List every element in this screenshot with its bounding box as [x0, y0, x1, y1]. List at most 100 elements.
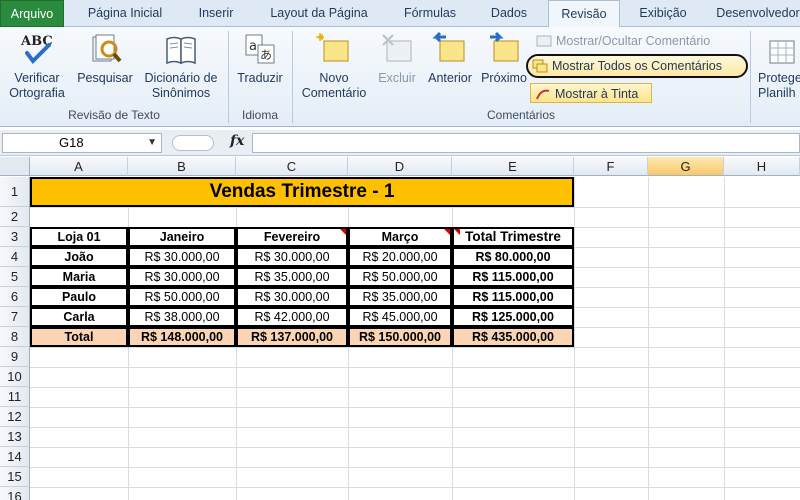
- dicionario-label-1: Dicionário de: [144, 71, 218, 85]
- table-row-name[interactable]: Maria: [30, 267, 128, 287]
- table-cell[interactable]: R$ 45.000,00: [348, 307, 452, 327]
- row-header-8[interactable]: 8: [0, 327, 30, 347]
- formula-bar-expand-handle[interactable]: [172, 135, 214, 151]
- row-header-15[interactable]: 15: [0, 467, 30, 487]
- row-header-3[interactable]: 3: [0, 227, 30, 247]
- tab-desenvolvedor[interactable]: Desenvolvedor: [708, 0, 800, 27]
- column-header-h[interactable]: H: [724, 157, 800, 176]
- comment-indicator-icon[interactable]: [340, 229, 346, 235]
- proteger-planilha-button[interactable]: Protege Planilh: [754, 31, 800, 107]
- table-cell[interactable]: R$ 35.000,00: [236, 267, 348, 287]
- mostrar-ocultar-comentario-button[interactable]: Mostrar/Ocultar Comentário: [532, 31, 746, 51]
- comment-indicator-icon[interactable]: [454, 229, 460, 235]
- worksheet-grid: A B C D E F G H 1 2 3 4 5 6 7 8 9 10 11 …: [0, 157, 800, 500]
- table-row-name[interactable]: Carla: [30, 307, 128, 327]
- excluir-comentario-button[interactable]: Excluir: [374, 31, 420, 107]
- column-header-f[interactable]: F: [574, 157, 648, 176]
- tab-revisao[interactable]: Revisão: [548, 0, 620, 28]
- table-cell[interactable]: R$ 30.000,00: [236, 247, 348, 267]
- pesquisar-label: Pesquisar: [77, 71, 133, 85]
- table-cell[interactable]: R$ 30.000,00: [236, 287, 348, 307]
- tab-pagina-inicial[interactable]: Página Inicial: [72, 0, 178, 27]
- tab-layout-pagina[interactable]: Layout da Página: [258, 0, 380, 27]
- column-header-a[interactable]: A: [30, 157, 128, 176]
- totals-cell-grand[interactable]: R$ 435.000,00: [452, 327, 574, 347]
- table-cell-total[interactable]: R$ 115.000,00: [452, 267, 574, 287]
- row-header-10[interactable]: 10: [0, 367, 30, 387]
- anterior-button[interactable]: Anterior: [422, 31, 478, 107]
- proximo-button[interactable]: Próximo: [478, 31, 530, 107]
- column-header-b[interactable]: B: [128, 157, 236, 176]
- name-box-value: G18: [59, 135, 84, 150]
- header-cell-loja[interactable]: Loja 01: [30, 227, 128, 247]
- table-cell[interactable]: R$ 30.000,00: [128, 267, 236, 287]
- table-cell[interactable]: R$ 42.000,00: [236, 307, 348, 327]
- mostrar-ocultar-label: Mostrar/Ocultar Comentário: [556, 34, 711, 48]
- verificar-ortografia-button[interactable]: ABC Verificar Ortografia: [4, 31, 70, 107]
- novo-label-1: Novo: [319, 71, 349, 85]
- table-cell[interactable]: R$ 50.000,00: [128, 287, 236, 307]
- novo-comentario-button[interactable]: Novo Comentário: [296, 31, 372, 107]
- gridline: [574, 177, 575, 500]
- gridline: [30, 387, 800, 388]
- insert-function-icon[interactable]: fx: [230, 133, 244, 149]
- totals-cell[interactable]: R$ 150.000,00: [348, 327, 452, 347]
- row-header-6[interactable]: 6: [0, 287, 30, 307]
- row-header-13[interactable]: 13: [0, 427, 30, 447]
- tab-arquivo[interactable]: Arquivo: [0, 0, 64, 27]
- mostrar-tinta-button[interactable]: Mostrar à Tinta: [530, 83, 652, 103]
- tab-formulas[interactable]: Fórmulas: [392, 0, 468, 27]
- totals-label[interactable]: Total: [30, 327, 128, 347]
- next-comment-icon: [486, 31, 522, 67]
- totals-cell[interactable]: R$ 148.000,00: [128, 327, 236, 347]
- tab-inserir[interactable]: Inserir: [186, 0, 246, 27]
- row-header-7[interactable]: 7: [0, 307, 30, 327]
- header-cell-fevereiro[interactable]: Fevereiro: [236, 227, 348, 247]
- mostrar-todos-comentarios-button[interactable]: Mostrar Todos os Comentários: [526, 54, 748, 78]
- ribbon-tab-bar: Arquivo Página Inicial Inserir Layout da…: [0, 0, 800, 28]
- group-label-revisao-texto: Revisão de Texto: [68, 108, 160, 122]
- row-header-2[interactable]: 2: [0, 207, 30, 227]
- svg-text:a: a: [249, 39, 257, 54]
- row-header-11[interactable]: 11: [0, 387, 30, 407]
- header-cell-janeiro[interactable]: Janeiro: [128, 227, 236, 247]
- row-header-14[interactable]: 14: [0, 447, 30, 467]
- name-box[interactable]: G18 ▼: [2, 133, 162, 153]
- sheet-title[interactable]: Vendas Trimestre - 1: [30, 177, 574, 207]
- table-cell-total[interactable]: R$ 125.000,00: [452, 307, 574, 327]
- column-header-d[interactable]: D: [348, 157, 452, 176]
- column-header-g[interactable]: G: [648, 157, 724, 176]
- row-header-12[interactable]: 12: [0, 407, 30, 427]
- comment-indicator-icon[interactable]: [444, 229, 450, 235]
- column-header-c[interactable]: C: [236, 157, 348, 176]
- row-header-16[interactable]: 16: [0, 487, 30, 500]
- row-header-4[interactable]: 4: [0, 247, 30, 267]
- row-header-5[interactable]: 5: [0, 267, 30, 287]
- chevron-down-icon[interactable]: ▼: [147, 134, 157, 152]
- table-cell[interactable]: R$ 50.000,00: [348, 267, 452, 287]
- table-cell[interactable]: R$ 38.000,00: [128, 307, 236, 327]
- row-header-9[interactable]: 9: [0, 347, 30, 367]
- pesquisar-button[interactable]: Pesquisar: [74, 31, 136, 107]
- select-all-corner[interactable]: [0, 157, 30, 176]
- formula-bar: G18 ▼ fx: [0, 130, 800, 156]
- header-cell-marco[interactable]: Março: [348, 227, 452, 247]
- table-row-name[interactable]: João: [30, 247, 128, 267]
- formula-input[interactable]: [252, 133, 800, 153]
- tab-exibicao[interactable]: Exibição: [628, 0, 698, 27]
- tab-dados[interactable]: Dados: [480, 0, 538, 27]
- dicionario-sinonimos-button[interactable]: Dicionário de Sinônimos: [138, 31, 224, 107]
- header-cell-total-trimestre[interactable]: Total Trimestre: [452, 227, 574, 247]
- column-header-e[interactable]: E: [452, 157, 574, 176]
- table-row-name[interactable]: Paulo: [30, 287, 128, 307]
- row-header-1[interactable]: 1: [0, 177, 30, 207]
- proteger-label-2: Planilh: [758, 86, 796, 100]
- traduzir-button[interactable]: a あ Traduzir: [232, 31, 288, 107]
- table-cell[interactable]: R$ 35.000,00: [348, 287, 452, 307]
- table-cell-total[interactable]: R$ 80.000,00: [452, 247, 574, 267]
- table-cell-total[interactable]: R$ 115.000,00: [452, 287, 574, 307]
- table-cell[interactable]: R$ 30.000,00: [128, 247, 236, 267]
- thesaurus-book-icon: [163, 31, 199, 67]
- totals-cell[interactable]: R$ 137.000,00: [236, 327, 348, 347]
- table-cell[interactable]: R$ 20.000,00: [348, 247, 452, 267]
